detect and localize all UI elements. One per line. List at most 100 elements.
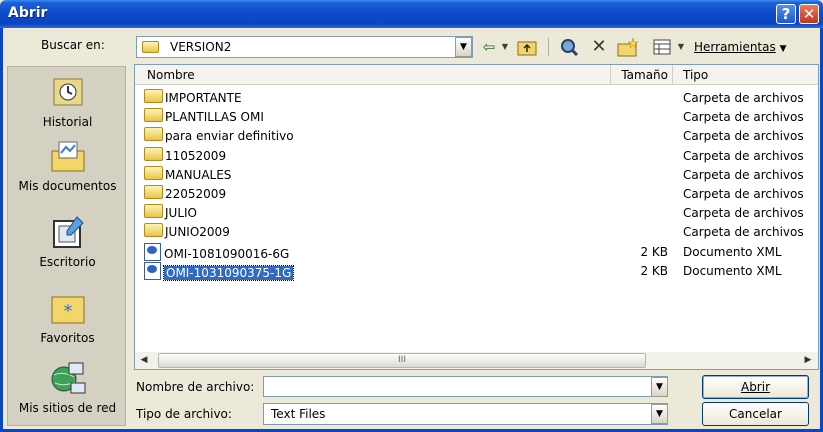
- folder-icon: [144, 108, 163, 123]
- column-header-name-label: Nombre: [147, 68, 195, 82]
- open-button[interactable]: Abrir: [702, 375, 809, 399]
- file-type: Carpeta de archivos: [683, 91, 804, 105]
- file-name-text: OMI-1031090375-1G: [162, 264, 295, 281]
- folder-row[interactable]: IMPORTANTE Carpeta de archivos: [136, 89, 816, 108]
- desktop-icon: [49, 215, 87, 249]
- folder-icon: [144, 165, 163, 180]
- filename-dropdown-button[interactable]: ▼: [651, 377, 668, 397]
- folder-icon: [144, 146, 163, 161]
- file-type: Carpeta de archivos: [683, 206, 804, 221]
- tools-menu[interactable]: Herramientas ▼: [694, 40, 787, 54]
- scrollbar-thumb[interactable]: III: [158, 353, 646, 368]
- tools-dropdown-icon: ▼: [779, 44, 787, 54]
- file-name: OMI-1031090375-1G: [144, 261, 295, 283]
- help-button[interactable]: ?: [776, 4, 796, 24]
- lookin-value: VERSION2: [170, 40, 232, 54]
- file-type: Carpeta de archivos: [683, 167, 804, 182]
- folder-row[interactable]: para enviar definitivo Carpeta de archivo…: [136, 127, 816, 146]
- folder-row[interactable]: JUNIO2009 Carpeta de archivos: [136, 223, 816, 242]
- file-name-text: OMI-1081090016-6G: [164, 246, 290, 261]
- folder-row[interactable]: PLANTILLAS OMI Carpeta de archivos: [136, 108, 816, 127]
- file-name: 22052009: [144, 185, 226, 204]
- lookin-label-text: Buscar en:: [41, 38, 105, 52]
- place-history[interactable]: Historial: [8, 75, 127, 129]
- scroll-left-icon[interactable]: ◀: [136, 353, 152, 368]
- folder-icon: [144, 204, 163, 219]
- folder-icon: [144, 127, 163, 142]
- back-icon[interactable]: ⇦: [479, 36, 499, 58]
- file-name: para enviar definitivo: [144, 127, 294, 146]
- close-button[interactable]: ✕: [799, 4, 819, 24]
- file-name-text: PLANTILLAS OMI: [165, 110, 264, 125]
- filename-input[interactable]: [263, 376, 668, 397]
- file-type: Carpeta de archivos: [683, 110, 804, 125]
- open-button-label: Abrir: [740, 380, 771, 394]
- column-header-name[interactable]: Nombre: [135, 65, 611, 85]
- file-name: OMI-1081090016-6G: [144, 242, 290, 264]
- column-header-type[interactable]: Tipo: [673, 65, 818, 85]
- file-type: Carpeta de archivos: [683, 187, 804, 201]
- delete-icon[interactable]: ✕: [588, 36, 610, 58]
- column-header-type-label: Tipo: [683, 68, 709, 82]
- lookin-dropdown-button[interactable]: ▼: [455, 37, 472, 57]
- folder-row[interactable]: MANUALES Carpeta de archivos: [136, 165, 816, 185]
- file-row[interactable]: OMI-1031090375-1G 2 KB Documento XML: [136, 261, 816, 283]
- favorites-icon: *: [49, 291, 87, 325]
- file-row[interactable]: OMI-1081090016-6G 2 KB Documento XML: [136, 242, 816, 264]
- file-size: 2 KB: [640, 263, 668, 278]
- place-history-label: Historial: [42, 115, 93, 129]
- views-dropdown-icon[interactable]: ▼: [676, 36, 686, 58]
- my-documents-icon: [49, 139, 87, 173]
- cancel-button[interactable]: Cancelar: [702, 402, 809, 426]
- file-name-text: JULIO: [165, 206, 197, 221]
- scroll-right-icon[interactable]: ▶: [800, 353, 816, 368]
- folder-row[interactable]: 11052009 Carpeta de archivos: [136, 146, 816, 166]
- xml-file-icon: [144, 242, 161, 261]
- toolbar-divider: [548, 38, 549, 56]
- folder-icon: [142, 41, 159, 53]
- history-icon: [49, 75, 87, 109]
- file-type: Documento XML: [683, 244, 782, 259]
- file-type: Carpeta de archivos: [683, 129, 804, 144]
- file-type: Documento XML: [683, 263, 782, 278]
- network-places-icon: [49, 361, 87, 395]
- place-network[interactable]: Mis sitios de red: [8, 361, 127, 415]
- column-header-size-label: Tamaño: [621, 68, 668, 82]
- folder-row[interactable]: 22052009 Carpeta de archivos: [136, 185, 816, 204]
- file-type: Carpeta de archivos: [683, 225, 804, 240]
- up-folder-icon[interactable]: [515, 36, 539, 58]
- filetype-value: Text Files: [271, 407, 326, 421]
- filename-value: [264, 379, 270, 393]
- file-name-text: JUNIO2009: [165, 225, 230, 240]
- folder-icon: [144, 89, 163, 103]
- file-name-text: IMPORTANTE: [165, 91, 242, 105]
- filetype-dropdown-button[interactable]: ▼: [651, 404, 668, 424]
- search-web-icon[interactable]: [557, 36, 581, 58]
- tools-menu-label: Herramientas: [694, 40, 776, 54]
- new-folder-icon[interactable]: [615, 36, 641, 58]
- place-desktop[interactable]: Escritorio: [8, 215, 127, 269]
- file-name: JUNIO2009: [144, 223, 230, 242]
- folder-icon: [144, 223, 163, 238]
- place-favorites[interactable]: * Favoritos: [8, 291, 127, 345]
- place-network-label: Mis sitios de red: [18, 401, 117, 415]
- back-dropdown-icon[interactable]: ▼: [500, 36, 510, 58]
- filename-label: Nombre de archivo:: [136, 380, 255, 394]
- file-name: MANUALES: [144, 165, 232, 185]
- file-name: 11052009: [144, 146, 226, 166]
- place-favorites-label: Favoritos: [40, 331, 95, 345]
- file-name-text: para enviar definitivo: [165, 129, 294, 144]
- folder-icon: [144, 185, 163, 199]
- places-bar: Historial Mis documentos Escritorio * Fa…: [7, 66, 126, 426]
- place-my-documents[interactable]: Mis documentos: [8, 139, 127, 193]
- column-header-size[interactable]: Tamaño: [611, 65, 673, 85]
- folder-row[interactable]: JULIO Carpeta de archivos: [136, 204, 816, 223]
- file-name: PLANTILLAS OMI: [144, 108, 264, 127]
- svg-text:*: *: [63, 301, 72, 322]
- title-bar[interactable]: [0, 0, 823, 28]
- file-name-text: MANUALES: [165, 167, 232, 182]
- file-type: Carpeta de archivos: [683, 148, 804, 163]
- views-icon[interactable]: [651, 36, 673, 58]
- filetype-label: Tipo de archivo:: [136, 407, 232, 421]
- place-desktop-label: Escritorio: [39, 255, 96, 269]
